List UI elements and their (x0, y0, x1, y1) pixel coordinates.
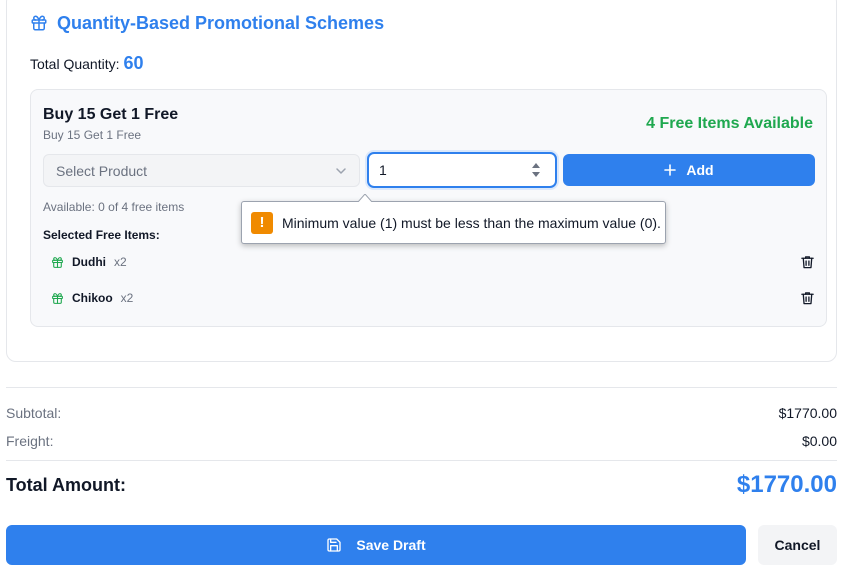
freight-value: $0.00 (801, 433, 837, 449)
scheme-subtitle: Buy 15 Get 1 Free (43, 128, 142, 142)
save-draft-button[interactable]: Save Draft (6, 525, 746, 565)
add-button[interactable]: Add (563, 154, 815, 186)
product-select-placeholder: Select Product (56, 162, 148, 179)
free-items-available: 4 Free Items Available (646, 115, 813, 132)
total-quantity: Total Quantity: 60 (30, 53, 144, 74)
tooltip-caret (358, 194, 372, 202)
subtotal-label: Subtotal: (6, 405, 62, 421)
gift-icon (52, 256, 63, 268)
free-item-name: Dudhi (72, 255, 106, 269)
trash-icon[interactable] (800, 254, 815, 270)
list-item: Chikoo x2 (51, 288, 814, 308)
product-select[interactable]: Select Product (43, 154, 360, 187)
free-item-qty: x2 (114, 255, 127, 269)
quantity-stepper[interactable] (367, 152, 557, 188)
subtotal-row: Subtotal: $1770.00 (6, 405, 837, 421)
section-title: Quantity-Based Promotional Schemes (57, 12, 385, 33)
divider (6, 460, 837, 461)
total-quantity-value: 60 (123, 53, 144, 73)
warning-icon: ! (251, 211, 273, 234)
total-quantity-label: Total Quantity: (30, 56, 120, 72)
save-draft-label: Save Draft (356, 537, 426, 553)
trash-icon[interactable] (800, 290, 815, 306)
chevron-down-icon (336, 167, 346, 174)
quantity-input[interactable] (379, 160, 519, 180)
subtotal-value: $1770.00 (778, 405, 837, 421)
freight-row: Freight: $0.00 (6, 433, 837, 449)
cancel-label: Cancel (774, 537, 821, 553)
spinner-arrows-icon[interactable] (531, 161, 541, 179)
cancel-button[interactable]: Cancel (758, 525, 837, 565)
gift-icon (31, 15, 47, 31)
validation-tooltip: ! Minimum value (1) must be less than th… (241, 194, 666, 244)
selected-free-items-label: Selected Free Items: (43, 228, 160, 242)
total-amount-value: $1770.00 (736, 471, 837, 498)
available-free-items: Available: 0 of 4 free items (43, 200, 185, 214)
gift-icon (52, 292, 63, 304)
scheme-name: Buy 15 Get 1 Free (43, 106, 179, 123)
divider (6, 387, 837, 388)
promotional-schemes-card: Quantity-Based Promotional Schemes Total… (6, 0, 837, 362)
section-header: Quantity-Based Promotional Schemes (30, 12, 384, 34)
list-item: Dudhi x2 (51, 252, 814, 272)
free-item-qty: x2 (120, 291, 134, 305)
add-button-label: Add (686, 162, 714, 178)
floppy-disk-icon (327, 538, 342, 552)
total-amount-label: Total Amount: (6, 474, 126, 495)
free-item-name: Chikoo (72, 291, 113, 305)
plus-icon (664, 164, 677, 176)
freight-label: Freight: (6, 433, 54, 449)
validation-message: Minimum value (1) must be less than the … (282, 214, 661, 231)
total-row: Total Amount: $1770.00 (6, 469, 837, 501)
